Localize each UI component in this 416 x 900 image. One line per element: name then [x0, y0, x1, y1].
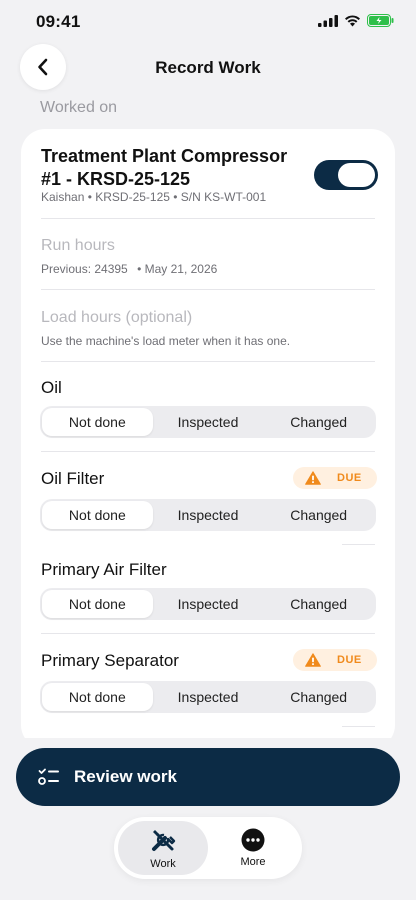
machine-name: Treatment Plant Compressor #1 - KRSD-25-…: [41, 146, 288, 189]
divider: [41, 633, 375, 634]
segment-inspected[interactable]: Inspected: [153, 408, 264, 436]
warning-icon: [305, 653, 321, 667]
segment-inspected[interactable]: Inspected: [153, 683, 264, 711]
segment-changed[interactable]: Changed: [263, 683, 374, 711]
segment-inspected[interactable]: Inspected: [153, 501, 264, 529]
nav-bar: Record Work: [0, 44, 416, 90]
battery-icon: [367, 14, 394, 27]
item-title-primary-separator: Primary Separator: [41, 651, 179, 670]
run-hours-previous-date: • May 21, 2026: [137, 262, 218, 276]
segment-inspected[interactable]: Inspected: [153, 590, 264, 618]
item-title-oil: Oil: [41, 378, 62, 397]
tab-work[interactable]: Work: [118, 821, 208, 875]
worked-on-toggle[interactable]: [314, 160, 378, 190]
divider: [41, 218, 375, 219]
more-icon: [241, 828, 265, 852]
review-work-label: Review work: [74, 767, 177, 786]
review-work-button[interactable]: Review work: [16, 748, 400, 806]
checklist-icon: [38, 768, 59, 785]
toggle-knob: [338, 163, 375, 187]
status-time: 09:41: [36, 12, 81, 31]
divider: [41, 451, 375, 452]
tab-work-label: Work: [150, 858, 176, 870]
tools-icon: [152, 830, 176, 851]
machine-meta: Kaishan • KRSD-25-125 • S/N KS-WT-001: [41, 190, 267, 204]
signal-icon: [318, 14, 338, 27]
divider: [41, 289, 375, 290]
section-label-worked-on: Worked on: [40, 99, 118, 116]
run-hours-previous-value: Previous: 24395: [41, 262, 128, 276]
item-title-oil-filter: Oil Filter: [41, 469, 105, 488]
segment-changed[interactable]: Changed: [263, 501, 374, 529]
due-badge: DUE: [293, 467, 377, 489]
warning-icon: [305, 471, 321, 485]
tab-more-label: More: [240, 856, 266, 868]
divider: [41, 361, 375, 362]
segmented-control-oil-filter: Not done Inspected Changed: [40, 499, 376, 531]
run-hours-input[interactable]: Run hours: [41, 237, 115, 255]
run-hours-previous: Previous: 24395 • May 21, 2026: [41, 262, 217, 276]
segmented-control-primary-air-filter: Not done Inspected Changed: [40, 588, 376, 620]
load-hours-help: Use the machine's load meter when it has…: [41, 334, 291, 348]
due-label: DUE: [337, 472, 362, 484]
segmented-control-oil: Not done Inspected Changed: [40, 406, 376, 438]
tab-more[interactable]: More: [208, 821, 298, 875]
page-title: Record Work: [155, 58, 261, 77]
status-bar: 09:41: [0, 0, 416, 44]
load-hours-input[interactable]: Load hours (optional): [41, 309, 192, 327]
wifi-icon: [345, 14, 360, 26]
segment-not-done[interactable]: Not done: [42, 408, 153, 436]
segment-not-done[interactable]: Not done: [42, 683, 153, 711]
divider: [342, 544, 375, 545]
tab-bar: Work More: [114, 817, 302, 879]
divider: [342, 726, 375, 727]
segmented-control-primary-separator: Not done Inspected Changed: [40, 681, 376, 713]
due-badge: DUE: [293, 649, 377, 671]
status-icons: [318, 14, 394, 27]
segment-not-done[interactable]: Not done: [42, 501, 153, 529]
segment-changed[interactable]: Changed: [263, 590, 374, 618]
work-card: Treatment Plant Compressor #1 - KRSD-25-…: [21, 129, 395, 749]
segment-changed[interactable]: Changed: [263, 408, 374, 436]
segment-not-done[interactable]: Not done: [42, 590, 153, 618]
item-title-primary-air-filter: Primary Air Filter: [41, 560, 167, 579]
due-label: DUE: [337, 654, 362, 666]
